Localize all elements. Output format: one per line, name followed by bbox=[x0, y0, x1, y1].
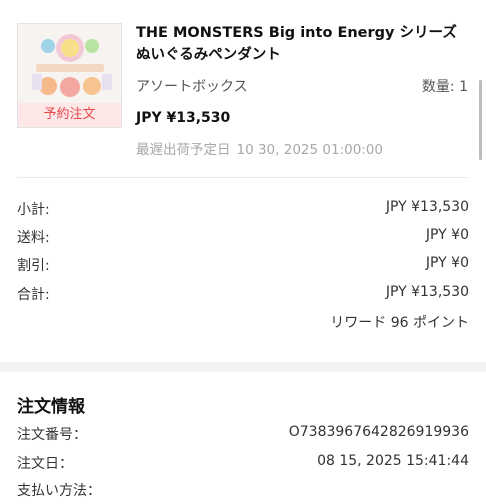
product-thumbnail[interactable]: 予約注文 bbox=[17, 23, 122, 128]
order-info-title: 注文情報 bbox=[17, 397, 85, 417]
subtotal-row: 小計: JPY ¥13,530 bbox=[17, 199, 469, 223]
product-variant: アソートボックス bbox=[136, 79, 248, 95]
total-label: 合計: bbox=[17, 287, 50, 303]
order-number-label: 注文番号： bbox=[17, 427, 87, 443]
reward-points: リワード 96 ポイント bbox=[330, 315, 469, 331]
preorder-badge: 予約注文 bbox=[18, 103, 121, 127]
total-row: 合計: JPY ¥13,530 bbox=[17, 284, 469, 308]
order-number-row: 注文番号： O7383967642826919936 bbox=[17, 424, 469, 448]
product-price: JPY ¥13,530 bbox=[136, 110, 231, 126]
payment-method-row: 支払い方法： bbox=[17, 480, 469, 504]
shipping-estimate-date: 10 30, 2025 01:00:00 bbox=[236, 142, 384, 158]
divider bbox=[17, 177, 469, 178]
product-title[interactable]: THE MONSTERS Big into Energy シリーズ ぬいぐるみペ… bbox=[136, 22, 472, 66]
payment-method-label: 支払い方法： bbox=[17, 483, 101, 499]
shipping-estimate: 最遅出荷予定日 10 30, 2025 01:00:00 bbox=[136, 138, 389, 158]
shipping-row: 送料: JPY ¥0 bbox=[17, 227, 469, 251]
shipping-estimate-label: 最遅出荷予定日 bbox=[136, 142, 231, 158]
order-date-row: 注文日： 08 15, 2025 15:41:44 bbox=[17, 453, 469, 477]
product-image bbox=[18, 24, 121, 104]
discount-value: JPY ¥0 bbox=[425, 255, 469, 271]
order-number-value[interactable]: O7383967642826919936 bbox=[289, 424, 469, 440]
order-item[interactable]: 予約注文 THE MONSTERS Big into Energy シリーズ ぬ… bbox=[0, 0, 486, 180]
product-quantity: 数量: 1 bbox=[421, 79, 468, 95]
discount-row: 割引: JPY ¥0 bbox=[17, 255, 469, 279]
section-separator bbox=[0, 362, 486, 372]
subtotal-value: JPY ¥13,530 bbox=[385, 199, 469, 215]
order-date-label: 注文日： bbox=[17, 456, 73, 472]
shipping-value: JPY ¥0 bbox=[425, 227, 469, 243]
subtotal-label: 小計: bbox=[17, 202, 50, 218]
discount-label: 割引: bbox=[17, 258, 50, 274]
scrollbar[interactable] bbox=[479, 80, 482, 160]
total-value: JPY ¥13,530 bbox=[385, 284, 469, 300]
shipping-label: 送料: bbox=[17, 230, 50, 246]
order-date-value: 08 15, 2025 15:41:44 bbox=[317, 453, 469, 469]
